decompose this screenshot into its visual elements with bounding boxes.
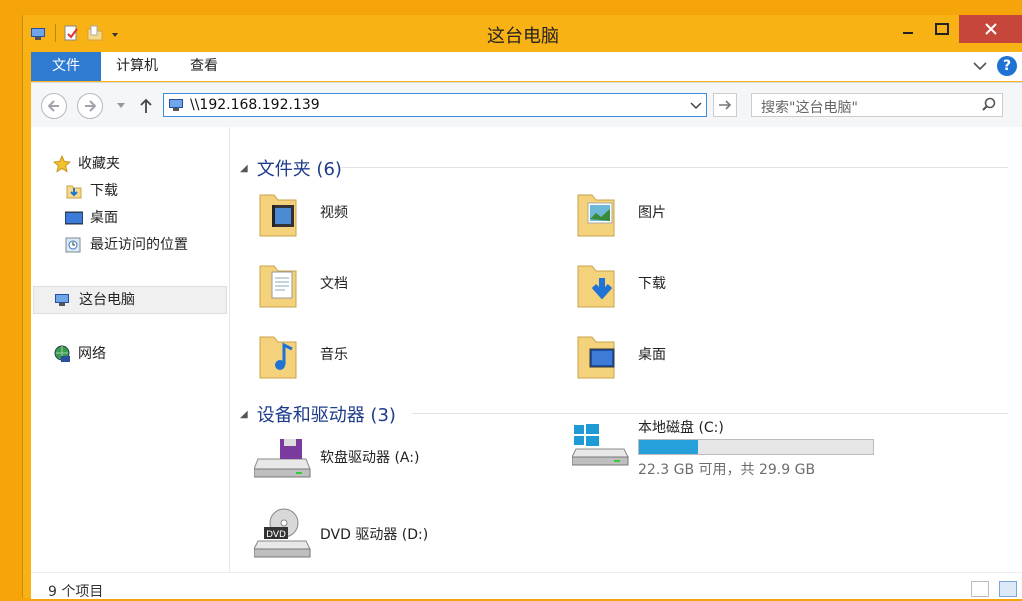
maximize-button[interactable] xyxy=(927,15,957,43)
folders-group-header[interactable]: ◢ 文件夹 (6) xyxy=(240,155,1008,181)
folder-label: 视频 xyxy=(320,205,348,221)
address-row: \\192.168.192.139 搜索"这台电脑" xyxy=(31,82,1022,128)
group-divider xyxy=(412,413,1008,414)
group-divider xyxy=(340,167,1008,168)
explorer-window: 这台电脑 文件 计算机 查看 ? \\192.168.192.139 搜索"这台… xyxy=(22,15,1022,600)
recent-places-icon xyxy=(65,236,83,254)
collapse-triangle-icon[interactable]: ◢ xyxy=(240,163,248,174)
main-pane: ◢ 文件夹 (6) 视频 图片 文档 下载 音乐 桌面 ◢ 设备和驱动器 (3)… xyxy=(230,127,1022,587)
drive-usage-bar xyxy=(638,439,874,455)
back-button[interactable] xyxy=(41,93,67,119)
folder-item-documents[interactable]: 文档 xyxy=(258,256,348,310)
sidebar-item-network[interactable]: 网络 xyxy=(53,343,106,365)
address-path: \\192.168.192.139 xyxy=(190,97,320,113)
view-toggle-group xyxy=(961,581,1017,597)
ribbon-tabs: 文件 计算机 查看 ? xyxy=(31,52,1022,81)
drive-label: 软盘驱动器 (A:) xyxy=(320,450,420,466)
desktop-icon xyxy=(64,209,84,227)
folder-label: 文档 xyxy=(320,276,348,292)
drive-item-floppy[interactable]: 软盘驱动器 (A:) xyxy=(253,435,420,479)
status-bar: 9 个项目 xyxy=(31,572,1022,600)
dvd-drive-icon: DVD xyxy=(253,507,316,561)
forward-button[interactable] xyxy=(77,93,103,119)
devices-group-header[interactable]: ◢ 设备和驱动器 (3) xyxy=(240,401,1008,427)
up-arrow-icon[interactable] xyxy=(139,98,153,114)
close-icon xyxy=(985,23,997,35)
folder-label: 桌面 xyxy=(638,347,666,363)
ribbon-right-controls: ? xyxy=(973,56,1017,76)
sidebar-item-label: 桌面 xyxy=(90,210,118,226)
sidebar-item-favorites[interactable]: 收藏夹 xyxy=(52,153,120,175)
title-bar: 这台电脑 xyxy=(23,15,1022,52)
sidebar-item-label: 收藏夹 xyxy=(78,156,120,172)
downloads-folder-icon xyxy=(576,256,616,310)
forward-arrow-icon xyxy=(85,100,97,112)
local-disk-details: 本地磁盘 (C:) 22.3 GB 可用，共 29.9 GB xyxy=(638,419,878,478)
sidebar-item-label: 这台电脑 xyxy=(79,292,135,308)
folder-item-desktop[interactable]: 桌面 xyxy=(576,327,666,381)
folder-label: 图片 xyxy=(638,205,666,221)
videos-folder-icon xyxy=(258,185,298,239)
downloads-folder-icon xyxy=(65,182,83,200)
help-icon[interactable]: ? xyxy=(997,56,1017,76)
back-arrow-icon xyxy=(47,100,59,112)
window-title: 这台电脑 xyxy=(487,26,559,47)
tab-computer[interactable]: 计算机 xyxy=(103,52,171,81)
sidebar-item-downloads[interactable]: 下载 xyxy=(65,180,118,202)
close-button[interactable] xyxy=(959,15,1022,43)
sidebar-item-desktop[interactable]: 桌面 xyxy=(64,207,118,229)
navigation-pane: 收藏夹 下载 桌面 最近访问的位置 这台电脑 网络 xyxy=(31,127,230,587)
tab-view[interactable]: 查看 xyxy=(177,52,231,81)
dvd-badge-text: DVD xyxy=(266,530,286,540)
search-box[interactable]: 搜索"这台电脑" xyxy=(751,93,1003,117)
group-title: 设备和驱动器 (3) xyxy=(256,405,396,426)
folder-label: 下载 xyxy=(638,276,666,292)
address-bar[interactable]: \\192.168.192.139 xyxy=(163,93,707,117)
drive-space-text: 22.3 GB 可用，共 29.9 GB xyxy=(638,462,816,478)
desktop-folder-icon xyxy=(576,327,616,381)
folder-item-downloads[interactable]: 下载 xyxy=(576,256,666,310)
folder-label: 音乐 xyxy=(320,347,348,363)
floppy-drive-icon xyxy=(253,435,316,479)
documents-folder-icon xyxy=(258,256,298,310)
tab-file[interactable]: 文件 xyxy=(31,52,101,81)
drive-label: 本地磁盘 (C:) xyxy=(638,420,724,436)
go-arrow-icon xyxy=(719,100,732,110)
collapse-triangle-icon[interactable]: ◢ xyxy=(240,409,248,420)
sidebar-item-label: 下载 xyxy=(90,183,118,199)
drive-item-local-disk[interactable]: 本地磁盘 (C:) 22.3 GB 可用，共 29.9 GB xyxy=(571,419,878,478)
details-view-icon[interactable] xyxy=(971,581,989,597)
this-pc-icon xyxy=(54,291,72,309)
content-area: 收藏夹 下载 桌面 最近访问的位置 这台电脑 网络 ◢ 文件夹 (6) 视频 图… xyxy=(31,127,1022,587)
drive-item-dvd[interactable]: DVD DVD 驱动器 (D:) xyxy=(253,507,429,561)
recent-locations-icon[interactable] xyxy=(117,103,125,109)
sidebar-item-label: 最近访问的位置 xyxy=(90,237,188,253)
expand-ribbon-icon[interactable] xyxy=(973,61,987,71)
minimize-icon xyxy=(903,32,913,34)
search-icon[interactable] xyxy=(982,97,996,111)
folder-item-pictures[interactable]: 图片 xyxy=(576,185,666,239)
drive-usage-fill xyxy=(639,440,699,454)
pictures-folder-icon xyxy=(576,185,616,239)
item-count: 9 个项目 xyxy=(48,584,104,600)
sidebar-item-this-pc[interactable]: 这台电脑 xyxy=(33,286,227,314)
network-icon xyxy=(53,345,71,363)
minimize-button[interactable] xyxy=(893,15,923,43)
maximize-icon xyxy=(935,23,949,35)
large-icons-view-icon[interactable] xyxy=(999,581,1017,597)
windows-drive-icon xyxy=(571,419,634,469)
star-icon xyxy=(52,154,72,173)
folder-item-music[interactable]: 音乐 xyxy=(258,327,348,381)
sidebar-item-label: 网络 xyxy=(78,346,106,362)
folder-item-videos[interactable]: 视频 xyxy=(258,185,348,239)
go-button[interactable] xyxy=(713,93,737,117)
address-pc-icon xyxy=(169,99,183,111)
address-dropdown-icon[interactable] xyxy=(690,96,702,114)
music-folder-icon xyxy=(258,327,298,381)
drive-label: DVD 驱动器 (D:) xyxy=(320,527,429,543)
group-title: 文件夹 (6) xyxy=(256,159,342,180)
sidebar-item-recent-places[interactable]: 最近访问的位置 xyxy=(65,234,188,256)
search-placeholder: 搜索"这台电脑" xyxy=(761,100,858,116)
